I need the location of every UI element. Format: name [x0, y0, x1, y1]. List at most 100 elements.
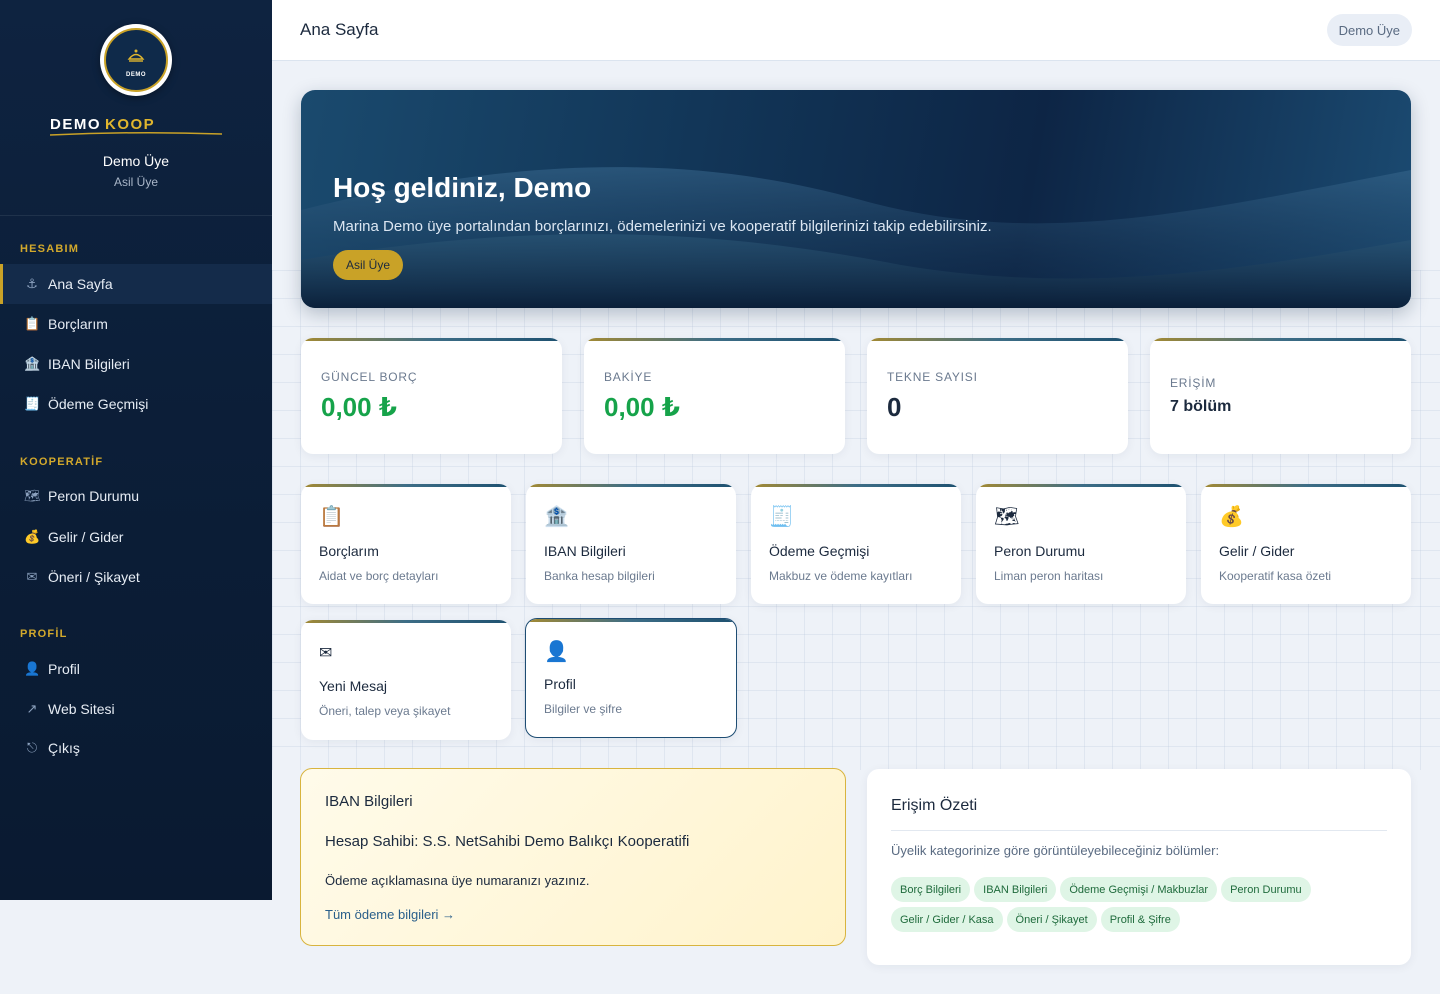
card-accent-bar [751, 484, 961, 487]
tile-odeme-gecmisi[interactable]: 🧾 Ödeme Geçmişi Makbuz ve ödeme kayıtlar… [751, 484, 961, 604]
nav-section-kooperatif: KOOPERATİF [20, 456, 104, 468]
tile-profil[interactable]: 👤 Profil Bilgiler ve şifre [525, 618, 737, 738]
sidebar-item-web-sitesi[interactable]: ↗ Web Sitesi [0, 689, 272, 729]
sidebar-item-iban[interactable]: 🏦 IBAN Bilgileri [0, 344, 272, 384]
sidebar-item-label: Ana Sayfa [48, 276, 113, 292]
sidebar-item-label: Gelir / Gider [48, 529, 124, 545]
hero-subtitle: Marina Demo üye portalından borçlarınızı… [333, 218, 992, 235]
divider [891, 830, 1387, 831]
tile-title: Profil [544, 676, 576, 692]
access-chip: Ödeme Geçmişi / Makbuzlar [1060, 877, 1218, 902]
nav-section-profil: PROFİL [20, 628, 68, 640]
access-chip: Profil & Şifre [1100, 907, 1180, 932]
boat-icon [127, 49, 145, 62]
access-chip: Öneri / Şikayet [1006, 907, 1097, 932]
access-summary-panel: Erişim Özeti Üyelik kategorinize göre gö… [867, 769, 1411, 965]
logo-emblem: DEMO [104, 28, 168, 92]
stat-label: ERİŞİM [1170, 376, 1217, 390]
tile-description: Bilgiler ve şifre [544, 702, 623, 716]
logo-text: DEMO [126, 72, 146, 78]
page-title: Ana Sayfa [300, 20, 379, 39]
card-accent-bar [1201, 484, 1411, 487]
tile-title: Ödeme Geçmişi [769, 543, 870, 559]
all-payment-info-link[interactable]: Tüm ödeme bilgileri → [325, 907, 455, 922]
stat-label: GÜNCEL BORÇ [321, 370, 418, 384]
stat-value: 0,00 ₺ [604, 392, 680, 422]
money-bag-icon: 💰 [1219, 506, 1244, 528]
envelope-icon: ✉ [319, 645, 333, 662]
envelope-icon: ✉ [26, 569, 38, 584]
stat-card-tekne-sayisi: TEKNE SAYISI 0 [867, 338, 1128, 454]
tile-title: Peron Durumu [994, 543, 1086, 559]
tile-description: Liman peron haritası [994, 569, 1104, 583]
stat-label: BAKİYE [604, 370, 653, 384]
sidebar-item-profil[interactable]: 👤 Profil [0, 649, 272, 689]
payment-note: Ödeme açıklamasına üye numaranızı yazını… [325, 873, 590, 888]
card-accent-bar [301, 484, 511, 487]
money-bag-icon: 💰 [24, 529, 41, 544]
tile-yeni-mesaj[interactable]: ✉ Yeni Mesaj Öneri, talep veya şikayet [301, 620, 511, 740]
tile-title: IBAN Bilgileri [544, 543, 626, 559]
user-icon: 👤 [544, 641, 569, 663]
stat-value: 7 bölüm [1170, 398, 1232, 415]
tile-peron-durumu[interactable]: 🗺 Peron Durumu Liman peron haritası [976, 484, 1186, 604]
sidebar-item-oneri-sikayet[interactable]: ✉ Öneri / Şikayet [0, 557, 272, 597]
membership-badge: Asil Üye [333, 250, 404, 280]
stat-card-erisim: ERİŞİM 7 bölüm [1150, 338, 1411, 454]
card-accent-bar [301, 338, 562, 341]
sidebar-item-gelir-gider[interactable]: 💰 Gelir / Gider [0, 517, 272, 557]
sidebar-item-ana-sayfa[interactable]: ⚓ Ana Sayfa [0, 264, 272, 304]
sidebar: DEMO DEMO KOOP Demo Üye Asil Üye HESABIM … [0, 0, 272, 900]
stat-value: 0,00 ₺ [321, 392, 397, 422]
tile-description: Aidat ve borç detayları [319, 569, 439, 583]
stat-label: TEKNE SAYISI [887, 370, 978, 384]
receipt-icon: 🧾 [24, 396, 41, 411]
hero-title: Hoş geldiniz, Demo [333, 172, 592, 203]
anchor-icon: ⚓ [26, 276, 38, 291]
sidebar-user-role: Asil Üye [113, 175, 158, 189]
sidebar-user-name: Demo Üye [102, 153, 170, 169]
stat-card-bakiye: BAKİYE 0,00 ₺ [584, 338, 845, 454]
receipt-icon: 🧾 [769, 506, 794, 528]
map-icon: 🗺 [24, 488, 41, 503]
sidebar-item-cikis[interactable]: ⎋ Çıkış [0, 728, 272, 768]
logout-icon: ⎋ [26, 740, 38, 755]
sidebar-brand: DEMO DEMO KOOP Demo Üye Asil Üye [0, 0, 272, 216]
access-chip: IBAN Bilgileri [974, 877, 1057, 902]
tile-description: Kooperatif kasa özeti [1219, 569, 1332, 583]
user-menu-button[interactable]: Demo Üye [1326, 14, 1412, 46]
tile-description: Öneri, talep veya şikayet [319, 704, 451, 718]
sidebar-item-peron-durumu[interactable]: 🗺 Peron Durumu [0, 476, 272, 516]
access-chip: Peron Durumu [1221, 877, 1311, 902]
stat-card-guncel-borc: GÜNCEL BORÇ 0,00 ₺ [301, 338, 562, 454]
tile-title: Gelir / Gider [1219, 543, 1295, 559]
sidebar-item-label: Borçlarım [48, 316, 108, 332]
tile-gelir-gider[interactable]: 💰 Gelir / Gider Kooperatif kasa özeti [1201, 484, 1411, 604]
account-holder: Hesap Sahibi: S.S. NetSahibi Demo Balıkç… [325, 833, 690, 850]
tile-description: Makbuz ve ödeme kayıtları [769, 569, 913, 583]
sidebar-item-label: Peron Durumu [48, 488, 140, 504]
sidebar-item-borclarim[interactable]: 📋 Borçlarım [0, 304, 272, 344]
nav-section-hesabim: HESABIM [20, 243, 80, 255]
card-accent-bar [526, 619, 736, 622]
tile-iban-bilgileri[interactable]: 🏦 IBAN Bilgileri Banka hesap bilgileri [526, 484, 736, 604]
iban-panel-title: IBAN Bilgileri [325, 793, 413, 810]
external-link-icon: ↗ [26, 701, 38, 716]
sidebar-item-label: Öneri / Şikayet [48, 569, 140, 585]
tile-borclarim[interactable]: 📋 Borçlarım Aidat ve borç detayları [301, 484, 511, 604]
stat-value: 0 [887, 392, 902, 422]
tile-description: Banka hesap bilgileri [544, 569, 655, 583]
logo[interactable]: DEMO [100, 24, 172, 96]
card-accent-bar [1150, 338, 1411, 341]
map-icon: 🗺 [994, 506, 1020, 528]
bank-icon: 🏦 [24, 356, 41, 371]
card-accent-bar [526, 484, 736, 487]
card-accent-bar [976, 484, 1186, 487]
sidebar-item-odeme-gecmisi[interactable]: 🧾 Ödeme Geçmişi [0, 384, 272, 424]
sidebar-item-label: Çıkış [48, 740, 80, 756]
sidebar-item-label: IBAN Bilgileri [48, 356, 130, 372]
access-chip-list: Borç Bilgileri IBAN Bilgileri Ödeme Geçm… [891, 877, 1391, 932]
welcome-hero: Hoş geldiniz, Demo Marina Demo üye porta… [301, 90, 1411, 308]
bank-icon: 🏦 [544, 506, 569, 528]
clipboard-icon: 📋 [24, 316, 41, 331]
